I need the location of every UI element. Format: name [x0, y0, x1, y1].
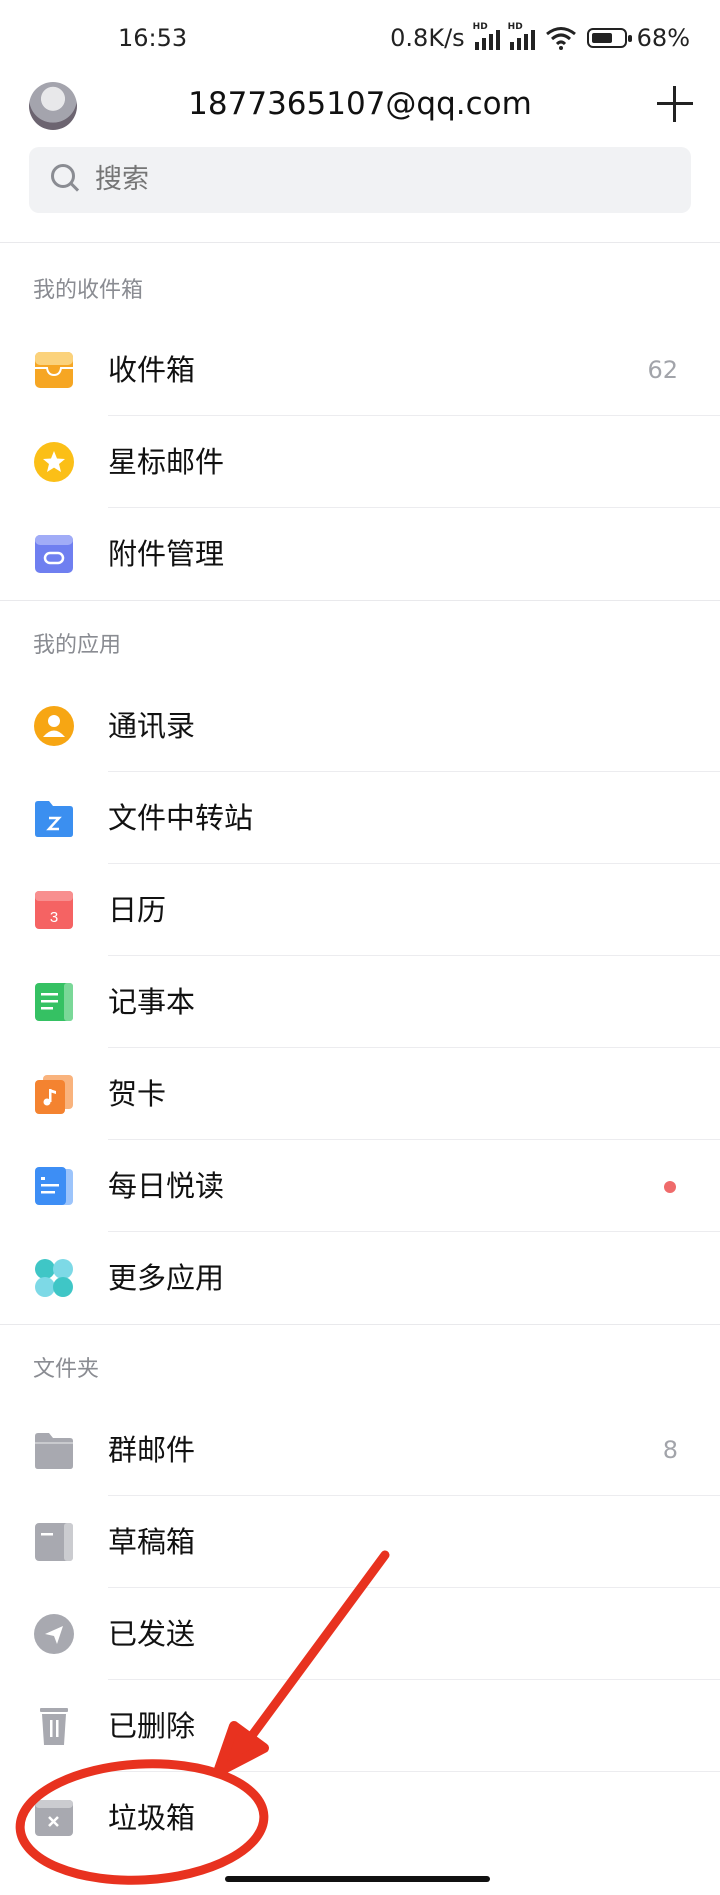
contacts-icon: [34, 706, 74, 746]
menu-item-label: 记事本: [108, 985, 196, 1019]
more-apps-icon: [35, 1259, 73, 1297]
status-indicators: 0.8K/s HD HD 68%: [390, 22, 690, 52]
divider: [0, 600, 720, 601]
spam-icon: [35, 1800, 73, 1836]
battery-icon: [586, 28, 632, 48]
menu-item-label: 收件箱: [108, 353, 196, 387]
search-bar[interactable]: [29, 147, 691, 213]
menu-item-drafts[interactable]: 草稿箱: [0, 1496, 720, 1588]
new-badge: [664, 1181, 676, 1193]
unread-count: 8: [662, 1436, 678, 1464]
menu-item-deleted[interactable]: 已删除: [0, 1680, 720, 1772]
wifi-icon: [545, 27, 576, 50]
calendar-icon: 3: [35, 891, 73, 929]
sent-icon: [34, 1614, 74, 1654]
menu-item-greeting-card[interactable]: 贺卡: [0, 1048, 720, 1140]
file-transfer-icon: [35, 801, 73, 837]
app-header: 1877365107@qq.com: [0, 80, 720, 150]
menu-item-label: 草稿箱: [108, 1525, 196, 1559]
menu-item-more-apps[interactable]: 更多应用: [0, 1232, 720, 1324]
menu-item-label: 垃圾箱: [108, 1801, 196, 1835]
menu-item-spam[interactable]: 垃圾箱: [0, 1772, 720, 1864]
menu-item-label: 附件管理: [108, 537, 225, 571]
menu-item-notepad[interactable]: 记事本: [0, 956, 720, 1048]
menu-item-daily-reading[interactable]: 每日悦读: [0, 1140, 720, 1232]
svg-text:3: 3: [50, 909, 58, 926]
unread-count: 62: [647, 356, 678, 384]
menu-item-label: 更多应用: [108, 1261, 225, 1295]
group-mail-folder-icon: [35, 1433, 73, 1469]
inbox-icon: [35, 352, 73, 388]
menu-item-attachments[interactable]: 附件管理: [0, 508, 720, 600]
menu-item-starred[interactable]: 星标邮件: [0, 416, 720, 508]
menu-item-label: 通讯录: [108, 709, 196, 743]
attachment-icon: [35, 535, 73, 573]
account-email: 1877365107@qq.com: [188, 86, 532, 122]
signal-icon: HD: [473, 22, 500, 50]
menu-item-calendar[interactable]: 3 日历: [0, 864, 720, 956]
menu-item-label: 群邮件: [108, 1433, 196, 1467]
notepad-icon: [35, 983, 73, 1021]
menu-item-label: 已发送: [108, 1617, 196, 1651]
trash-icon: [40, 1708, 68, 1745]
divider: [0, 242, 720, 243]
divider: [0, 1324, 720, 1325]
menu-item-file-transfer[interactable]: 文件中转站: [0, 772, 720, 864]
home-indicator[interactable]: [225, 1876, 490, 1882]
menu-item-label: 已删除: [108, 1709, 196, 1743]
search-icon: [51, 164, 75, 188]
section-title-folders: 文件夹: [33, 1357, 100, 1382]
menu-item-label: 日历: [108, 893, 167, 927]
add-icon[interactable]: [657, 86, 693, 122]
status-time: 16:53: [118, 24, 188, 52]
drafts-icon: [35, 1523, 73, 1561]
menu-item-sent[interactable]: 已发送: [0, 1588, 720, 1680]
menu-item-label: 星标邮件: [108, 445, 225, 479]
star-icon: [34, 442, 74, 482]
menu-item-contacts[interactable]: 通讯录: [0, 680, 720, 772]
section-title-apps: 我的应用: [33, 633, 122, 658]
daily-reading-icon: [35, 1167, 73, 1205]
network-speed: 0.8K/s: [390, 24, 465, 52]
battery-percent: 68%: [636, 24, 690, 52]
section-title-inbox: 我的收件箱: [33, 278, 144, 303]
status-bar: 16:53 0.8K/s HD HD 68%: [0, 0, 720, 80]
greeting-card-icon: [35, 1075, 73, 1114]
search-input[interactable]: [95, 147, 655, 213]
signal-icon: HD: [508, 22, 535, 50]
menu-item-label: 文件中转站: [108, 801, 254, 835]
menu-item-label: 贺卡: [108, 1077, 167, 1111]
menu-item-label: 每日悦读: [108, 1169, 225, 1203]
menu-item-inbox[interactable]: 收件箱 62: [0, 324, 720, 416]
menu-item-group-mail[interactable]: 群邮件 8: [0, 1404, 720, 1496]
